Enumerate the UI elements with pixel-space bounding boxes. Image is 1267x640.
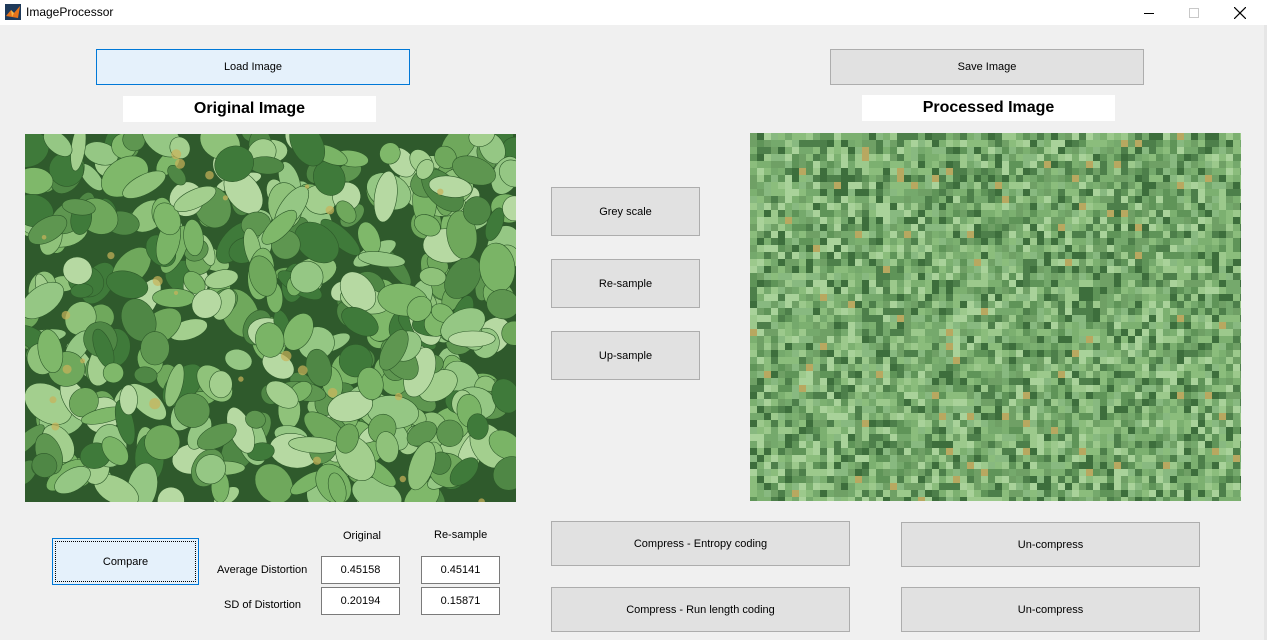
uncompress-entropy-button[interactable]: Un-compress [901,522,1200,567]
resample-button[interactable]: Re-sample [551,259,700,308]
row-label-sd-distortion: SD of Distortion [224,599,302,611]
processed-image [750,133,1241,501]
minimize-icon[interactable] [1126,0,1172,25]
close-icon[interactable] [1217,0,1263,25]
leaves-photo-pixelated-icon [750,133,1241,501]
processed-image-title: Processed Image [862,95,1115,121]
compress-entropy-button[interactable]: Compress - Entropy coding [551,521,850,566]
original-image [25,134,516,502]
save-image-button[interactable]: Save Image [830,49,1144,85]
compare-button-label: Compare [102,555,149,568]
col-header-original: Original [343,530,381,542]
original-image-title: Original Image [123,96,376,122]
sd-distortion-resample-field[interactable]: 0.15871 [421,587,500,615]
sd-distortion-original-field[interactable]: 0.20194 [321,587,400,615]
col-header-resample: Re-sample [434,529,488,541]
uncompress-run-length-button[interactable]: Un-compress [901,587,1200,632]
upsample-button[interactable]: Up-sample [551,331,700,380]
grey-scale-button[interactable]: Grey scale [551,187,700,236]
matlab-icon [5,4,21,20]
row-label-average-distortion: Average Distortion [217,564,308,576]
leaves-photo-icon [25,134,516,502]
compare-button[interactable]: Compare [52,538,199,585]
avg-distortion-original-field[interactable]: 0.45158 [321,556,400,584]
load-image-button[interactable]: Load Image [96,49,410,85]
avg-distortion-resample-field[interactable]: 0.45141 [421,556,500,584]
window-title: ImageProcessor [26,5,114,19]
title-bar [0,0,1267,25]
compress-run-length-button[interactable]: Compress - Run length coding [551,587,850,632]
maximize-icon[interactable] [1171,0,1217,25]
